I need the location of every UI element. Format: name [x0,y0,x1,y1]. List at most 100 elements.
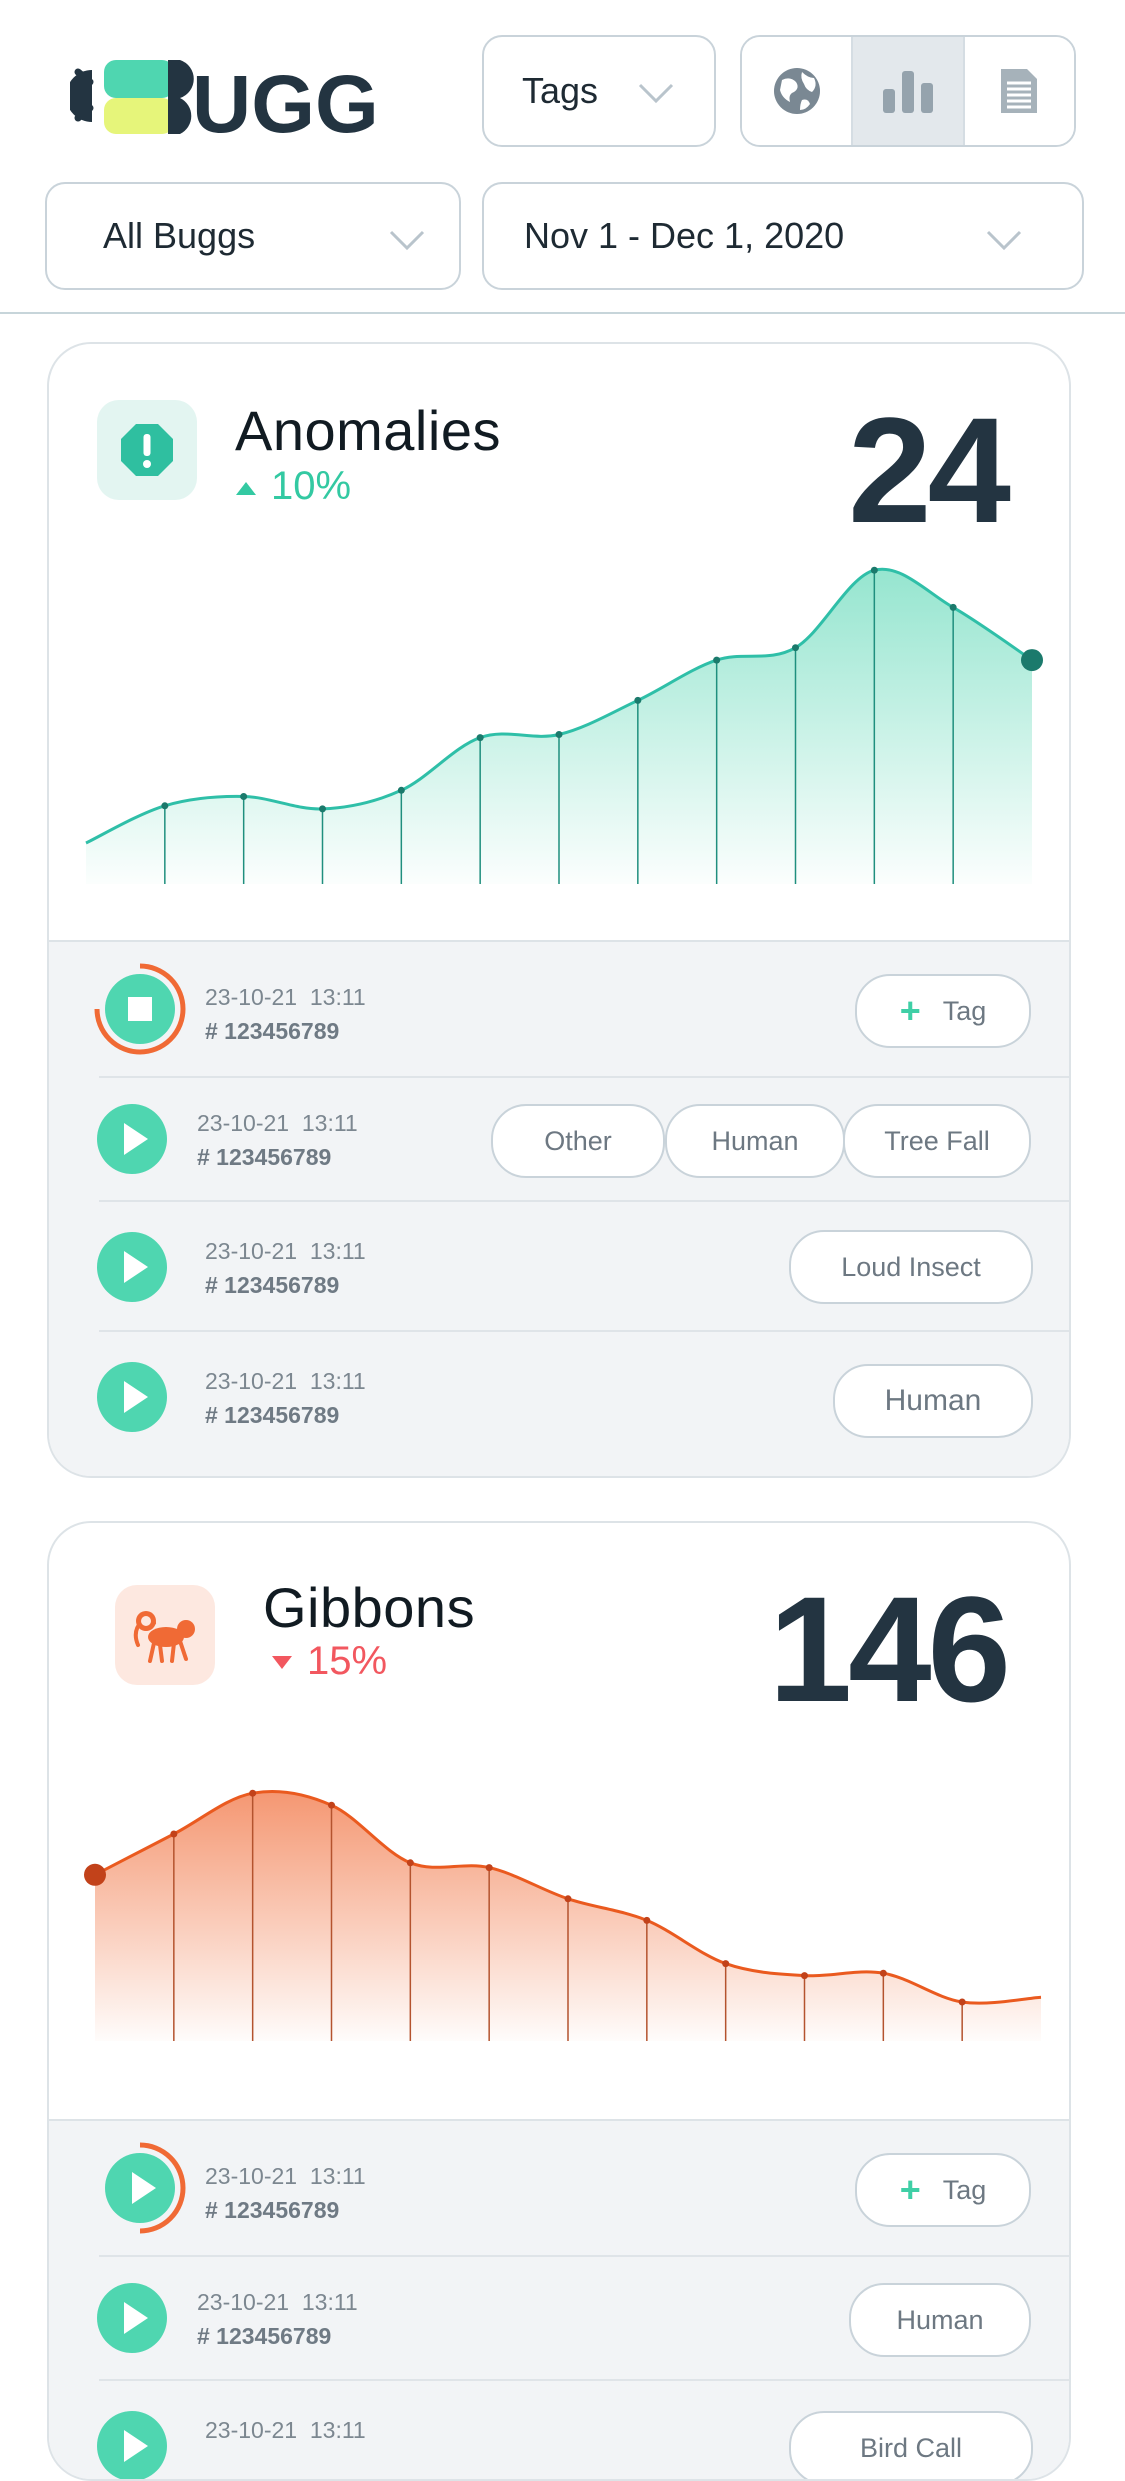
chart-point [397,786,405,794]
tag-chip[interactable]: Loud Insect [789,1230,1033,1304]
recording-id: # 123456789 [205,2197,340,2223]
svg-text:UGG: UGG [192,59,379,140]
chart-point [328,1801,335,1809]
chart-point [958,1998,966,2006]
recording-row[interactable]: 23-10-21 13:11 # 123456789 + Tag [49,942,1069,1076]
tag-chip[interactable]: Human [849,2283,1031,2357]
change-indicator: 10% [235,464,351,509]
view-switcher [740,35,1076,147]
gibbon-count: 146 [768,1565,1011,1733]
monkey-icon [133,1611,195,1663]
bugg-logo: UGG [66,52,390,150]
plus-icon: + [899,990,921,1031]
chart-point [249,1789,257,1797]
recording-id: # 123456789 [197,2323,332,2349]
change-value: 10% [271,464,352,508]
chart-point [870,566,878,574]
header-divider [0,312,1125,314]
recording-row[interactable]: 23-10-21 13:11 # 123456789 Human [49,1332,1069,1460]
chart-point [170,1830,178,1838]
chart-point [161,802,169,810]
trend-up-icon [236,482,256,496]
date-range-dropdown[interactable]: Nov 1 - Dec 1, 2020 [482,182,1084,290]
recording-row[interactable]: 23-10-21 13:11 Bird Call [49,2381,1069,2479]
anomalies-card[interactable]: Anomalies 10% 24 23-10-21 13:11 # 123456… [47,342,1071,1478]
anomalies-recordings-list: 23-10-21 13:11 # 123456789 + Tag 23-10-21… [49,940,1069,1476]
chart-current-point [84,1863,106,1886]
add-tag-button[interactable]: + Tag [855,2153,1031,2227]
chart-current-point [1021,649,1043,672]
tag-chip[interactable]: Human [665,1104,845,1178]
recording-row[interactable]: 23-10-21 13:11 # 123456789 Loud Insect [49,1202,1069,1330]
list-view-button[interactable] [962,37,1074,145]
play-button[interactable] [97,2411,167,2479]
recording-row[interactable]: 23-10-21 13:11 # 123456789 + Tag [49,2121,1069,2255]
chart-point [555,731,563,738]
tag-chip[interactable]: Tree Fall [843,1104,1031,1178]
anomaly-icon-box [97,400,197,500]
play-button[interactable] [97,2283,167,2353]
recording-datetime: 23-10-21 13:11 [205,2163,366,2189]
bar-chart-icon [882,71,933,113]
chart-view-button[interactable] [851,37,963,145]
chevron-down-icon [638,83,674,104]
map-view-button[interactable] [742,37,852,145]
play-button[interactable] [97,1362,167,1432]
recording-row[interactable]: 23-10-21 13:11 # 123456789 Human [49,2257,1069,2379]
play-button[interactable] [105,2153,175,2223]
recording-id: # 123456789 [205,1272,340,1298]
chart-point [476,734,484,742]
recording-datetime: 23-10-21 13:11 [205,1368,366,1394]
add-tag-button[interactable]: + Tag [855,974,1031,1048]
tags-dropdown-label: Tags [522,70,599,111]
gibbons-chart-svg [84,1789,1042,2041]
date-range-label: Nov 1 - Dec 1, 2020 [524,215,845,256]
gibbons-chart [49,1723,1069,2041]
chart-point [634,696,642,704]
document-icon [1001,69,1038,113]
tags-dropdown[interactable]: Tags [482,35,716,147]
anomaly-count: 24 [848,386,1011,554]
plus-icon: + [899,2169,921,2210]
bugg-filter-dropdown[interactable]: All Buggs [45,182,461,290]
card-title: Gibbons [263,1576,476,1639]
card-title: Anomalies [235,399,501,462]
chevron-down-icon [389,230,425,251]
bugg-filter-label: All Buggs [103,215,256,256]
chart-point [319,805,326,813]
chevron-down-icon [986,230,1022,251]
chart-point [643,1916,651,1924]
chart-point [485,1864,493,1872]
chart-point [722,1960,730,1968]
chart-point [792,644,799,652]
chart-point [406,1859,414,1867]
change-value: 15% [307,1639,388,1683]
anomalies-chart [49,544,1069,884]
gibbons-card[interactable]: Gibbons 15% 146 23-10-21 13:11 # 1234567… [47,1521,1071,2481]
play-button[interactable] [97,1232,167,1302]
gibbon-icon-box [115,1585,215,1685]
recording-datetime: 23-10-21 13:11 [205,984,366,1010]
chart-point [949,603,957,611]
change-indicator: 15% [271,1639,387,1684]
recording-datetime: 23-10-21 13:11 [205,2417,366,2443]
globe-icon [773,68,820,114]
chart-point [240,793,248,800]
stop-button[interactable] [105,974,175,1044]
tag-chip[interactable]: Bird Call [789,2411,1033,2479]
chart-point [713,656,721,664]
chart-point [879,1969,887,1977]
trend-down-icon [272,1656,292,1670]
recording-row[interactable]: 23-10-21 13:11 # 123456789 Other Human T… [49,1078,1069,1200]
recording-id: # 123456789 [205,1402,340,1428]
recording-id: # 123456789 [205,1018,340,1044]
recording-datetime: 23-10-21 13:11 [197,1110,358,1136]
tag-chip[interactable]: Human [833,1364,1033,1438]
chart-point [564,1895,572,1903]
anomalies-chart-svg [85,566,1043,884]
play-button[interactable] [97,1104,167,1174]
alert-icon [121,424,173,476]
gibbons-recordings-list: 23-10-21 13:11 # 123456789 + Tag 23-10-21… [49,2119,1069,2479]
tag-chip[interactable]: Other [491,1104,665,1178]
recording-id: # 123456789 [197,1144,332,1170]
